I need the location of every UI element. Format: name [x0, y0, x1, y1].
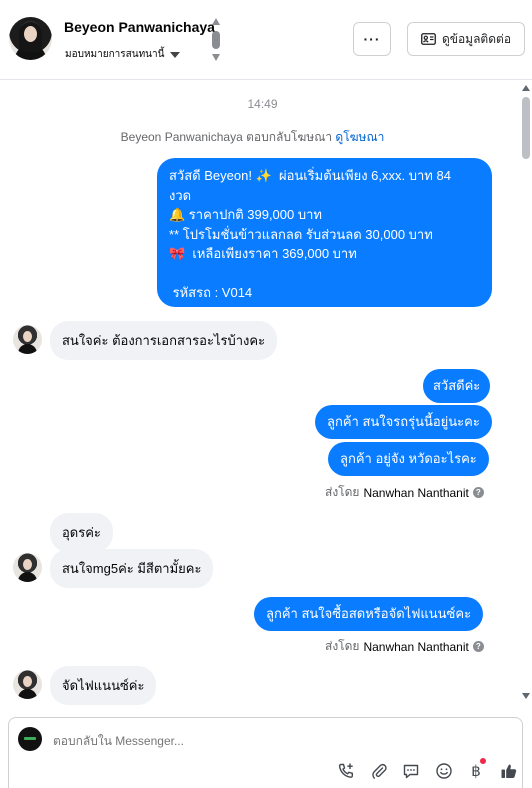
currency-icon[interactable]: ฿	[460, 758, 493, 782]
page-avatar	[18, 727, 42, 751]
scrollbar-down-arrow-icon[interactable]	[522, 693, 530, 699]
view-ad-link[interactable]: ดูโฆษณา	[335, 130, 384, 144]
message-line: รหัสรถ : V014	[169, 285, 253, 300]
message-line	[169, 264, 480, 284]
incoming-message: จัดไฟแนนซ์ค่ะ	[50, 666, 157, 705]
conversation-header: Beyeon Panwanichaya มอบหมายการสนทนานี้ ·…	[0, 0, 532, 80]
contact-card-icon	[421, 33, 436, 45]
sent-by-label: ส่งโดย Nanwhan Nanthanit ?	[325, 483, 484, 502]
contact-avatar-small[interactable]	[13, 670, 42, 699]
view-contact-info-button[interactable]: ดูข้อมูลติดต่อ	[407, 22, 525, 56]
composer-toolbar: ฿	[330, 758, 526, 782]
sender-name: Nanwhan Nanthanit	[363, 639, 469, 654]
header-scroll-control[interactable]	[211, 18, 221, 62]
outgoing-message: สวัสดีค่ะ	[423, 369, 491, 403]
more-options-button[interactable]: ···	[353, 22, 391, 56]
sent-by-prefix: ส่งโดย	[325, 485, 360, 499]
contact-avatar-small[interactable]	[13, 553, 42, 582]
notification-dot	[479, 758, 486, 764]
sent-by-label: ส่งโดย Nanwhan Nanthanit ?	[325, 637, 484, 656]
incoming-message: สนใจmg5ค่ะ มีสีตามั้ยคะ	[50, 549, 214, 588]
thumbs-up-icon[interactable]	[493, 760, 526, 782]
scroll-down-arrow-icon[interactable]	[212, 54, 220, 61]
outgoing-message: ลูกค้า อยู่จัง หวัดอะไรคะ	[328, 442, 489, 476]
reply-composer: ฿	[8, 717, 523, 788]
sender-name: Nanwhan Nanthanit	[363, 485, 469, 500]
assign-label: มอบหมายการสนทนานี้	[65, 49, 165, 60]
contact-avatar[interactable]	[9, 17, 52, 60]
incoming-message: สนใจค่ะ ต้องการเอกสารอะไรบ้างคะ	[50, 321, 278, 360]
message-timestamp: 14:49	[247, 97, 278, 111]
outgoing-message: ลูกค้า สนใจซื้อสดหรือจัดไฟแนนซ์คะ	[254, 597, 484, 631]
message-line: ** โปรโมชั่นข้าวแลกลด รับส่วนลด 30,000 บ…	[169, 226, 433, 242]
phone-plus-icon[interactable]	[330, 760, 363, 782]
message-line: 🔔 ราคาปกติ 399,000 บาท	[169, 207, 322, 222]
paperclip-icon[interactable]	[363, 760, 396, 782]
contact-avatar-small[interactable]	[13, 325, 42, 354]
reply-input[interactable]	[53, 734, 353, 748]
ad-reply-context: Beyeon Panwanichaya ตอบกลับโฆษณา ดูโฆษณา	[0, 128, 505, 147]
sent-by-prefix: ส่งโดย	[325, 639, 360, 653]
help-icon[interactable]: ?	[472, 641, 484, 652]
view-contact-info-label: ดูข้อมูลติดต่อ	[441, 31, 512, 46]
svg-text:฿: ฿	[471, 762, 481, 780]
help-icon[interactable]: ?	[472, 487, 484, 498]
message-line: งวด	[169, 187, 192, 203]
assign-conversation-dropdown[interactable]: มอบหมายการสนทนานี้	[65, 47, 181, 62]
contact-name[interactable]: Beyeon Panwanichaya	[64, 19, 215, 35]
scroll-thumb[interactable]	[212, 31, 220, 49]
outgoing-message: สวัสดี Beyeon! ✨ ผ่อนเริ่มต้นเพียง 6,xxx…	[157, 158, 492, 307]
incoming-message: อุดรค่ะ	[50, 513, 113, 552]
message-template-icon[interactable]	[395, 760, 428, 782]
emoji-icon[interactable]	[428, 760, 461, 782]
message-line: สวัสดี Beyeon! ✨ ผ่อนเริ่มต้นเพียง 6,xxx…	[169, 168, 451, 183]
ad-reply-text: Beyeon Panwanichaya ตอบกลับโฆษณา	[120, 130, 333, 144]
scrollbar-up-arrow-icon[interactable]	[522, 85, 530, 91]
chat-scrollbar[interactable]	[520, 82, 532, 706]
scroll-up-arrow-icon[interactable]	[212, 18, 220, 25]
outgoing-message: ลูกค้า สนใจรถรุ่นนี้อยู่นะคะ	[315, 405, 492, 439]
message-line: 🎀 เหลือเพียงราคา 369,000 บาท	[169, 246, 357, 261]
caret-down-icon	[170, 51, 181, 58]
